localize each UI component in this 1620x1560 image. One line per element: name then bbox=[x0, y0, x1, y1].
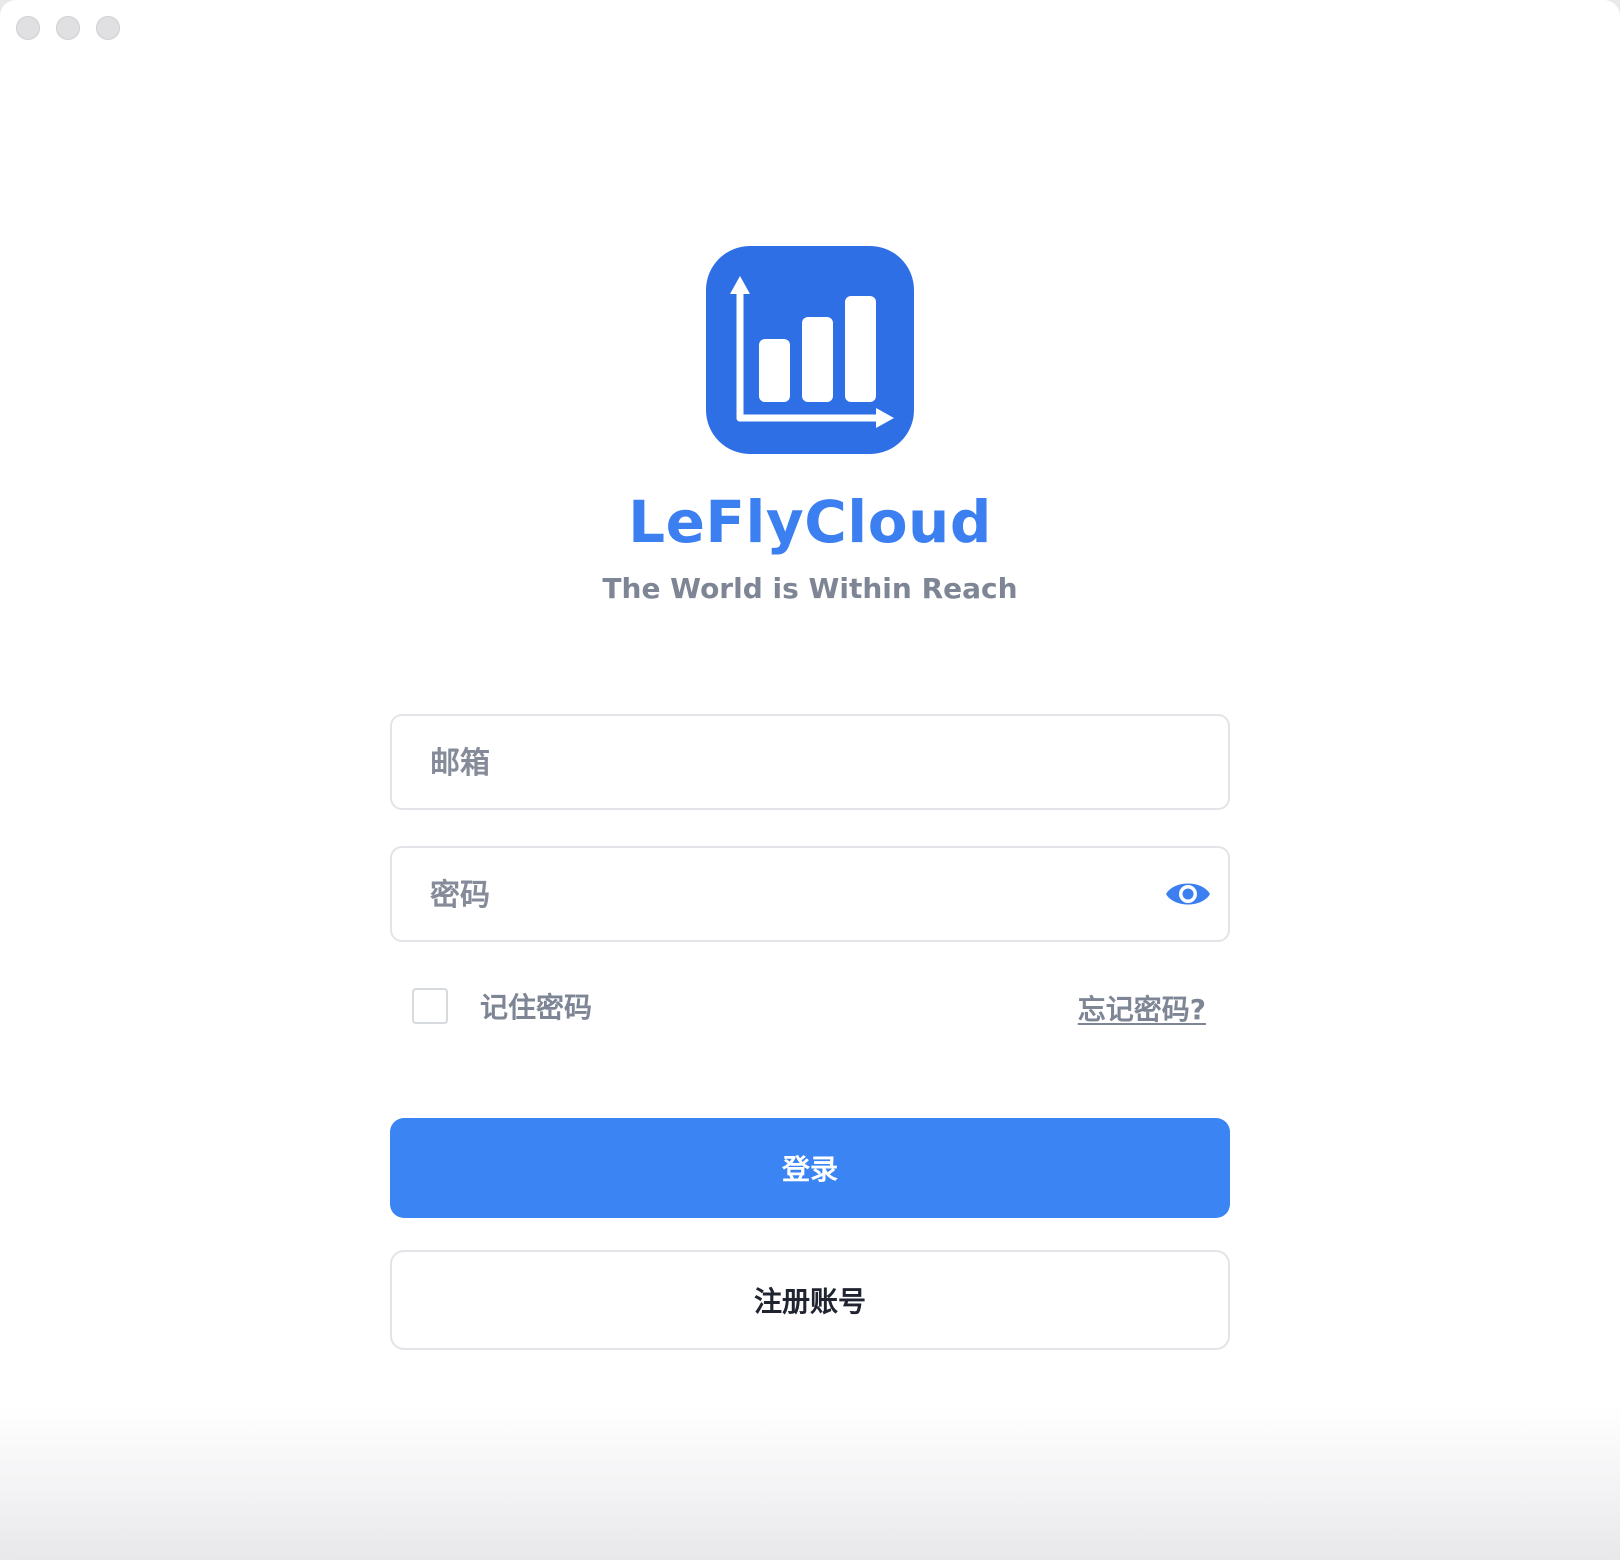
password-input[interactable] bbox=[428, 848, 1132, 942]
app-tagline: The World is Within Reach bbox=[602, 572, 1018, 605]
remember-password-label: 记住密码 bbox=[480, 991, 593, 1024]
password-field[interactable] bbox=[390, 846, 1230, 942]
eye-icon[interactable] bbox=[1164, 876, 1212, 912]
forgot-password-link[interactable]: 忘记密码? bbox=[1078, 988, 1206, 1028]
bar-chart-icon bbox=[706, 246, 914, 454]
email-field[interactable] bbox=[390, 714, 1230, 810]
window-controls bbox=[16, 16, 120, 40]
close-window-button[interactable] bbox=[16, 16, 40, 40]
email-input[interactable] bbox=[428, 716, 1132, 810]
login-window: LeFlyCloud The World is Within Reach 记住密… bbox=[0, 0, 1620, 1560]
remember-password-checkbox[interactable] bbox=[412, 988, 448, 1024]
remember-password-option[interactable]: 记住密码 bbox=[412, 986, 592, 1026]
minimize-window-button[interactable] bbox=[56, 16, 80, 40]
register-button[interactable]: 注册账号 bbox=[390, 1250, 1230, 1350]
zoom-window-button[interactable] bbox=[96, 16, 120, 40]
login-button[interactable]: 登录 bbox=[390, 1118, 1230, 1218]
app-name: LeFlyCloud bbox=[628, 488, 992, 556]
